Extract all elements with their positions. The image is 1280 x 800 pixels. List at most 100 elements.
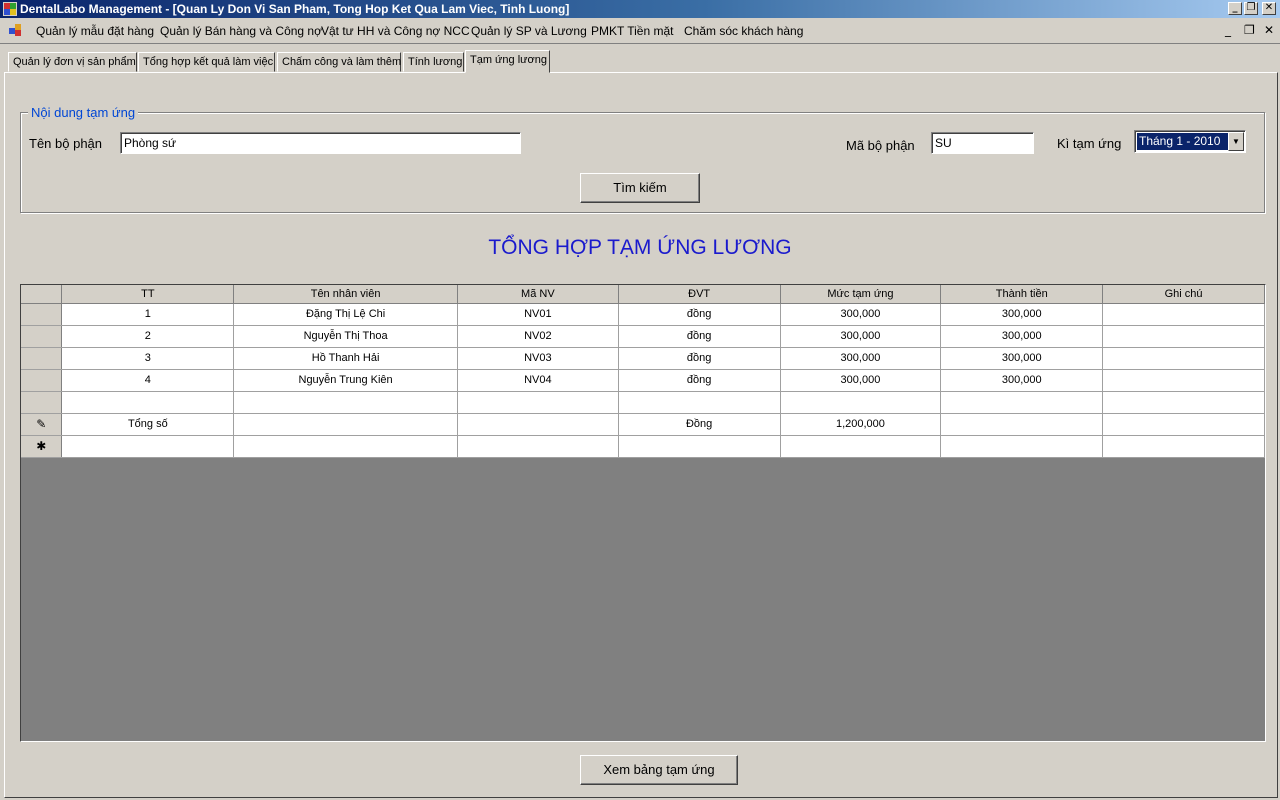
tab-work-results[interactable]: Tổng hợp kết quả làm việc: [138, 52, 275, 72]
cell-employee-code[interactable]: NV02: [457, 325, 619, 348]
cell-empty[interactable]: [618, 391, 781, 414]
cell-total-advance[interactable]: 1,200,000: [780, 413, 942, 436]
cell-empty[interactable]: [940, 413, 1104, 436]
chevron-down-icon[interactable]: ▼: [1228, 132, 1244, 151]
advance-data-grid[interactable]: TT Tên nhân viên Mã NV ĐVT Mức tạm ứng T…: [20, 284, 1266, 742]
search-button[interactable]: Tìm kiếm: [580, 173, 700, 203]
cell-amount[interactable]: 300,000: [940, 347, 1104, 370]
mdi-close-button[interactable]: ✕: [1264, 23, 1274, 37]
dept-code-label: Mã bộ phận: [846, 138, 915, 153]
row-header[interactable]: [21, 391, 63, 414]
cell-tt[interactable]: 3: [61, 347, 235, 370]
column-header-unit[interactable]: ĐVT: [618, 285, 781, 304]
tab-timekeeping[interactable]: Chấm công và làm thêm: [277, 52, 401, 72]
cell-employee-code[interactable]: NV01: [457, 303, 619, 326]
cell-tt[interactable]: 2: [61, 325, 235, 348]
cell-amount[interactable]: 300,000: [940, 303, 1104, 326]
cell-amount[interactable]: 300,000: [940, 369, 1104, 392]
menu-order-samples[interactable]: Quản lý mẫu đặt hàng: [36, 24, 154, 38]
menu-sales-debt[interactable]: Quản lý Bán hàng và Công nợ: [160, 24, 322, 38]
title-bar: DentalLabo Management - [Quan Ly Don Vi …: [0, 0, 1280, 18]
menu-materials-supplier[interactable]: Vật tư HH và Công nợ NCC: [321, 24, 470, 38]
cell-total-label[interactable]: Tổng số: [61, 413, 235, 436]
cell-advance[interactable]: 300,000: [780, 325, 942, 348]
row-header[interactable]: [21, 347, 63, 370]
cell-empty[interactable]: [457, 435, 619, 458]
menu-products-salary[interactable]: Quản lý SP và Lương: [471, 24, 587, 38]
cell-advance[interactable]: 300,000: [780, 369, 942, 392]
cell-employee-name[interactable]: Nguyễn Trung Kiên: [233, 369, 458, 392]
app-icon: [3, 2, 17, 16]
cell-empty[interactable]: [1102, 391, 1265, 414]
cell-unit[interactable]: đồng: [618, 347, 781, 370]
cell-empty[interactable]: [1102, 413, 1265, 436]
table-row[interactable]: 2 Nguyễn Thị Thoa NV02 đồng 300,000 300,…: [21, 325, 1265, 348]
cell-empty[interactable]: [940, 435, 1104, 458]
cell-empty[interactable]: [780, 391, 942, 414]
view-advance-table-button[interactable]: Xem bảng tạm ứng: [580, 755, 738, 785]
cell-advance[interactable]: 300,000: [780, 303, 942, 326]
restore-window-button[interactable]: ❐: [1244, 2, 1258, 15]
cell-empty[interactable]: [457, 413, 619, 436]
cell-empty[interactable]: [618, 435, 781, 458]
mdi-restore-button[interactable]: ❐: [1244, 23, 1255, 37]
row-header[interactable]: [21, 325, 63, 348]
cell-empty[interactable]: [233, 435, 458, 458]
column-header-note[interactable]: Ghi chú: [1102, 285, 1265, 304]
cell-employee-name[interactable]: Nguyễn Thị Thoa: [233, 325, 458, 348]
cell-empty[interactable]: [61, 435, 235, 458]
table-row-total[interactable]: ✎ Tổng số Đồng 1,200,000: [21, 413, 1265, 436]
cell-note[interactable]: [1102, 325, 1265, 348]
minimize-window-button[interactable]: _: [1228, 2, 1242, 15]
cell-employee-code[interactable]: NV03: [457, 347, 619, 370]
cell-empty[interactable]: [233, 391, 458, 414]
cell-employee-code[interactable]: NV04: [457, 369, 619, 392]
table-row[interactable]: 4 Nguyễn Trung Kiên NV04 đồng 300,000 30…: [21, 369, 1265, 392]
cell-empty[interactable]: [1102, 435, 1265, 458]
cell-tt[interactable]: 4: [61, 369, 235, 392]
tab-salary-advance[interactable]: Tạm ứng lương: [465, 50, 550, 73]
cell-empty[interactable]: [233, 413, 458, 436]
cell-unit[interactable]: đồng: [618, 325, 781, 348]
menu-cash-accounting[interactable]: PMKT Tiền mặt: [591, 24, 673, 38]
column-header-advance-level[interactable]: Mức tạm ứng: [780, 285, 942, 304]
cell-note[interactable]: [1102, 369, 1265, 392]
table-row-new[interactable]: ✱: [21, 435, 1265, 458]
row-header[interactable]: [21, 303, 63, 326]
cell-total-unit[interactable]: Đồng: [618, 413, 781, 436]
cell-unit[interactable]: đồng: [618, 369, 781, 392]
period-select[interactable]: Tháng 1 - 2010 ▼: [1134, 130, 1246, 153]
row-header[interactable]: [21, 369, 63, 392]
period-selected-value: Tháng 1 - 2010: [1137, 133, 1228, 150]
cell-unit[interactable]: đồng: [618, 303, 781, 326]
cell-note[interactable]: [1102, 347, 1265, 370]
tab-product-units[interactable]: Quản lý đơn vị sản phẩm: [8, 52, 137, 72]
column-header-employee-name[interactable]: Tên nhân viên: [233, 285, 458, 304]
grid-corner-header[interactable]: [21, 285, 63, 304]
column-header-amount[interactable]: Thành tiền: [940, 285, 1104, 304]
mdi-child-icon[interactable]: [9, 24, 23, 36]
mdi-minimize-button[interactable]: _: [1225, 23, 1231, 37]
column-header-employee-code[interactable]: Mã NV: [457, 285, 619, 304]
cell-empty[interactable]: [780, 435, 942, 458]
cell-advance[interactable]: 300,000: [780, 347, 942, 370]
cell-employee-name[interactable]: Đặng Thị Lệ Chi: [233, 303, 458, 326]
close-window-button[interactable]: ✕: [1262, 2, 1276, 15]
menu-separator: [0, 43, 1280, 44]
menu-customer-care[interactable]: Chăm sóc khách hàng: [684, 24, 803, 38]
table-row-empty[interactable]: [21, 391, 1265, 414]
dept-name-input[interactable]: Phòng sứ: [120, 132, 521, 154]
dept-code-input[interactable]: SU: [931, 132, 1034, 154]
cell-empty[interactable]: [61, 391, 235, 414]
groupbox-legend: Nội dung tạm ứng: [28, 105, 139, 120]
cell-empty[interactable]: [940, 391, 1104, 414]
column-header-tt[interactable]: TT: [61, 285, 235, 304]
table-row[interactable]: 3 Hồ Thanh Hải NV03 đồng 300,000 300,000: [21, 347, 1265, 370]
tab-salary[interactable]: Tính lương: [403, 52, 464, 72]
cell-tt[interactable]: 1: [61, 303, 235, 326]
table-row[interactable]: 1 Đặng Thị Lệ Chi NV01 đồng 300,000 300,…: [21, 303, 1265, 326]
cell-empty[interactable]: [457, 391, 619, 414]
cell-amount[interactable]: 300,000: [940, 325, 1104, 348]
cell-employee-name[interactable]: Hồ Thanh Hải: [233, 347, 458, 370]
cell-note[interactable]: [1102, 303, 1265, 326]
